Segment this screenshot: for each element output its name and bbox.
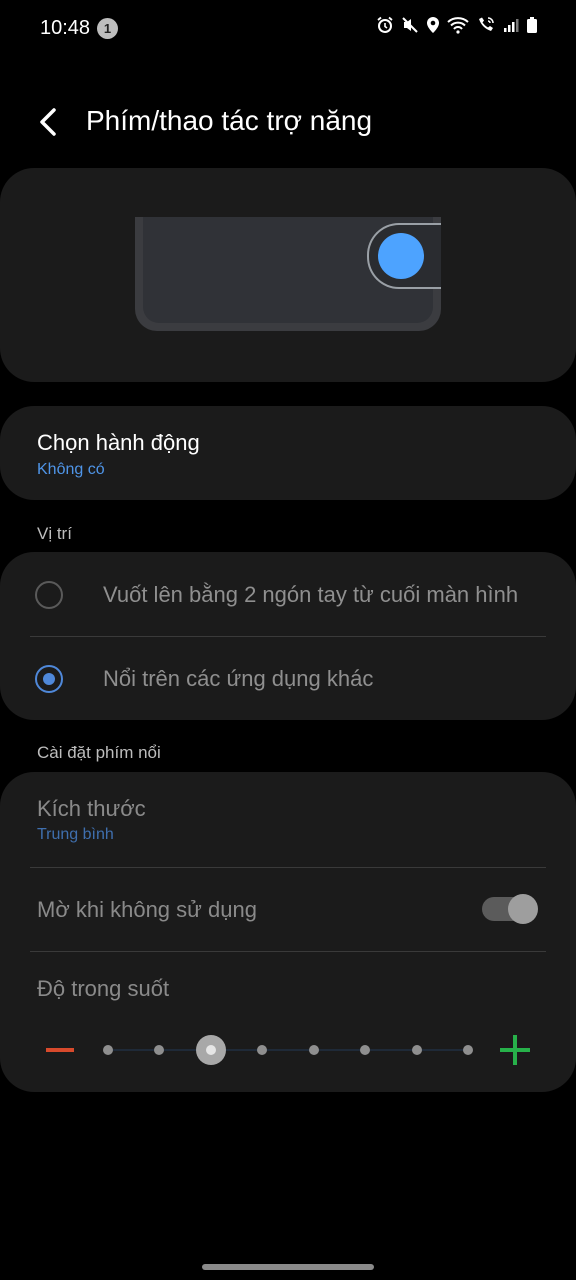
- size-title: Kích thước: [37, 796, 146, 821]
- position-option-label: Nổi trên các ứng dụng khác: [103, 666, 374, 691]
- choose-action-value: Không có: [37, 461, 105, 478]
- status-bar: 10:48 1: [0, 0, 576, 56]
- signal-icon: [504, 19, 519, 32]
- wifi-icon: [447, 17, 469, 34]
- radio-floating[interactable]: [35, 665, 63, 693]
- mute-icon: [402, 17, 418, 33]
- floating-button-dot: [378, 233, 424, 279]
- choose-action-item[interactable]: Chọn hành động Không có: [0, 406, 576, 500]
- floating-settings-section-label: Cài đặt phím nổi: [37, 743, 161, 762]
- back-button[interactable]: [30, 102, 70, 142]
- back-arrow-icon: [40, 108, 56, 136]
- slider-thumb[interactable]: [195, 1035, 226, 1065]
- notification-count-badge: 1: [97, 18, 118, 39]
- choose-action-title: Chọn hành động: [37, 430, 200, 455]
- size-value: Trung bình: [37, 826, 114, 843]
- phone-preview-image: [135, 217, 441, 331]
- status-icons: [376, 16, 538, 34]
- slider-tick: [463, 1045, 473, 1055]
- status-time: 10:48: [40, 17, 91, 39]
- transparency-title: Độ trong suốt: [37, 976, 170, 1001]
- slider-tick: [411, 1045, 422, 1055]
- app-bar: Phím/thao tác trợ năng: [0, 90, 576, 154]
- minus-icon[interactable]: [46, 1048, 74, 1052]
- plus-icon[interactable]: [500, 1035, 530, 1065]
- alarm-icon: [377, 16, 393, 33]
- slider-tick: [154, 1045, 165, 1055]
- position-section-label: Vị trí: [37, 524, 72, 543]
- slider-tick: [308, 1045, 319, 1055]
- dim-when-unused-toggle[interactable]: [482, 894, 538, 924]
- wifi-calling-icon: [479, 17, 494, 31]
- preview-card: [0, 168, 576, 382]
- position-card: Vuốt lên bằng 2 ngón tay từ cuối màn hìn…: [0, 552, 576, 720]
- divider: [30, 951, 546, 952]
- floating-button-preview: [367, 223, 441, 289]
- slider-tick: [257, 1045, 268, 1055]
- divider: [30, 636, 546, 637]
- floating-settings-card: Kích thước Trung bình Mờ khi không sử dụ…: [0, 772, 576, 1092]
- position-option-label: Vuốt lên bằng 2 ngón tay từ cuối màn hìn…: [103, 582, 519, 607]
- battery-icon: [527, 17, 537, 33]
- location-icon: [427, 17, 439, 33]
- dim-when-unused-title: Mờ khi không sử dụng: [37, 897, 257, 922]
- home-indicator[interactable]: [202, 1264, 374, 1270]
- divider: [30, 867, 546, 868]
- radio-swipe-up[interactable]: [35, 581, 63, 609]
- toggle-thumb: [508, 894, 538, 924]
- slider-tick: [360, 1045, 371, 1055]
- transparency-slider[interactable]: [0, 1030, 576, 1070]
- slider-tick: [103, 1045, 113, 1055]
- page-title: Phím/thao tác trợ năng: [86, 105, 373, 136]
